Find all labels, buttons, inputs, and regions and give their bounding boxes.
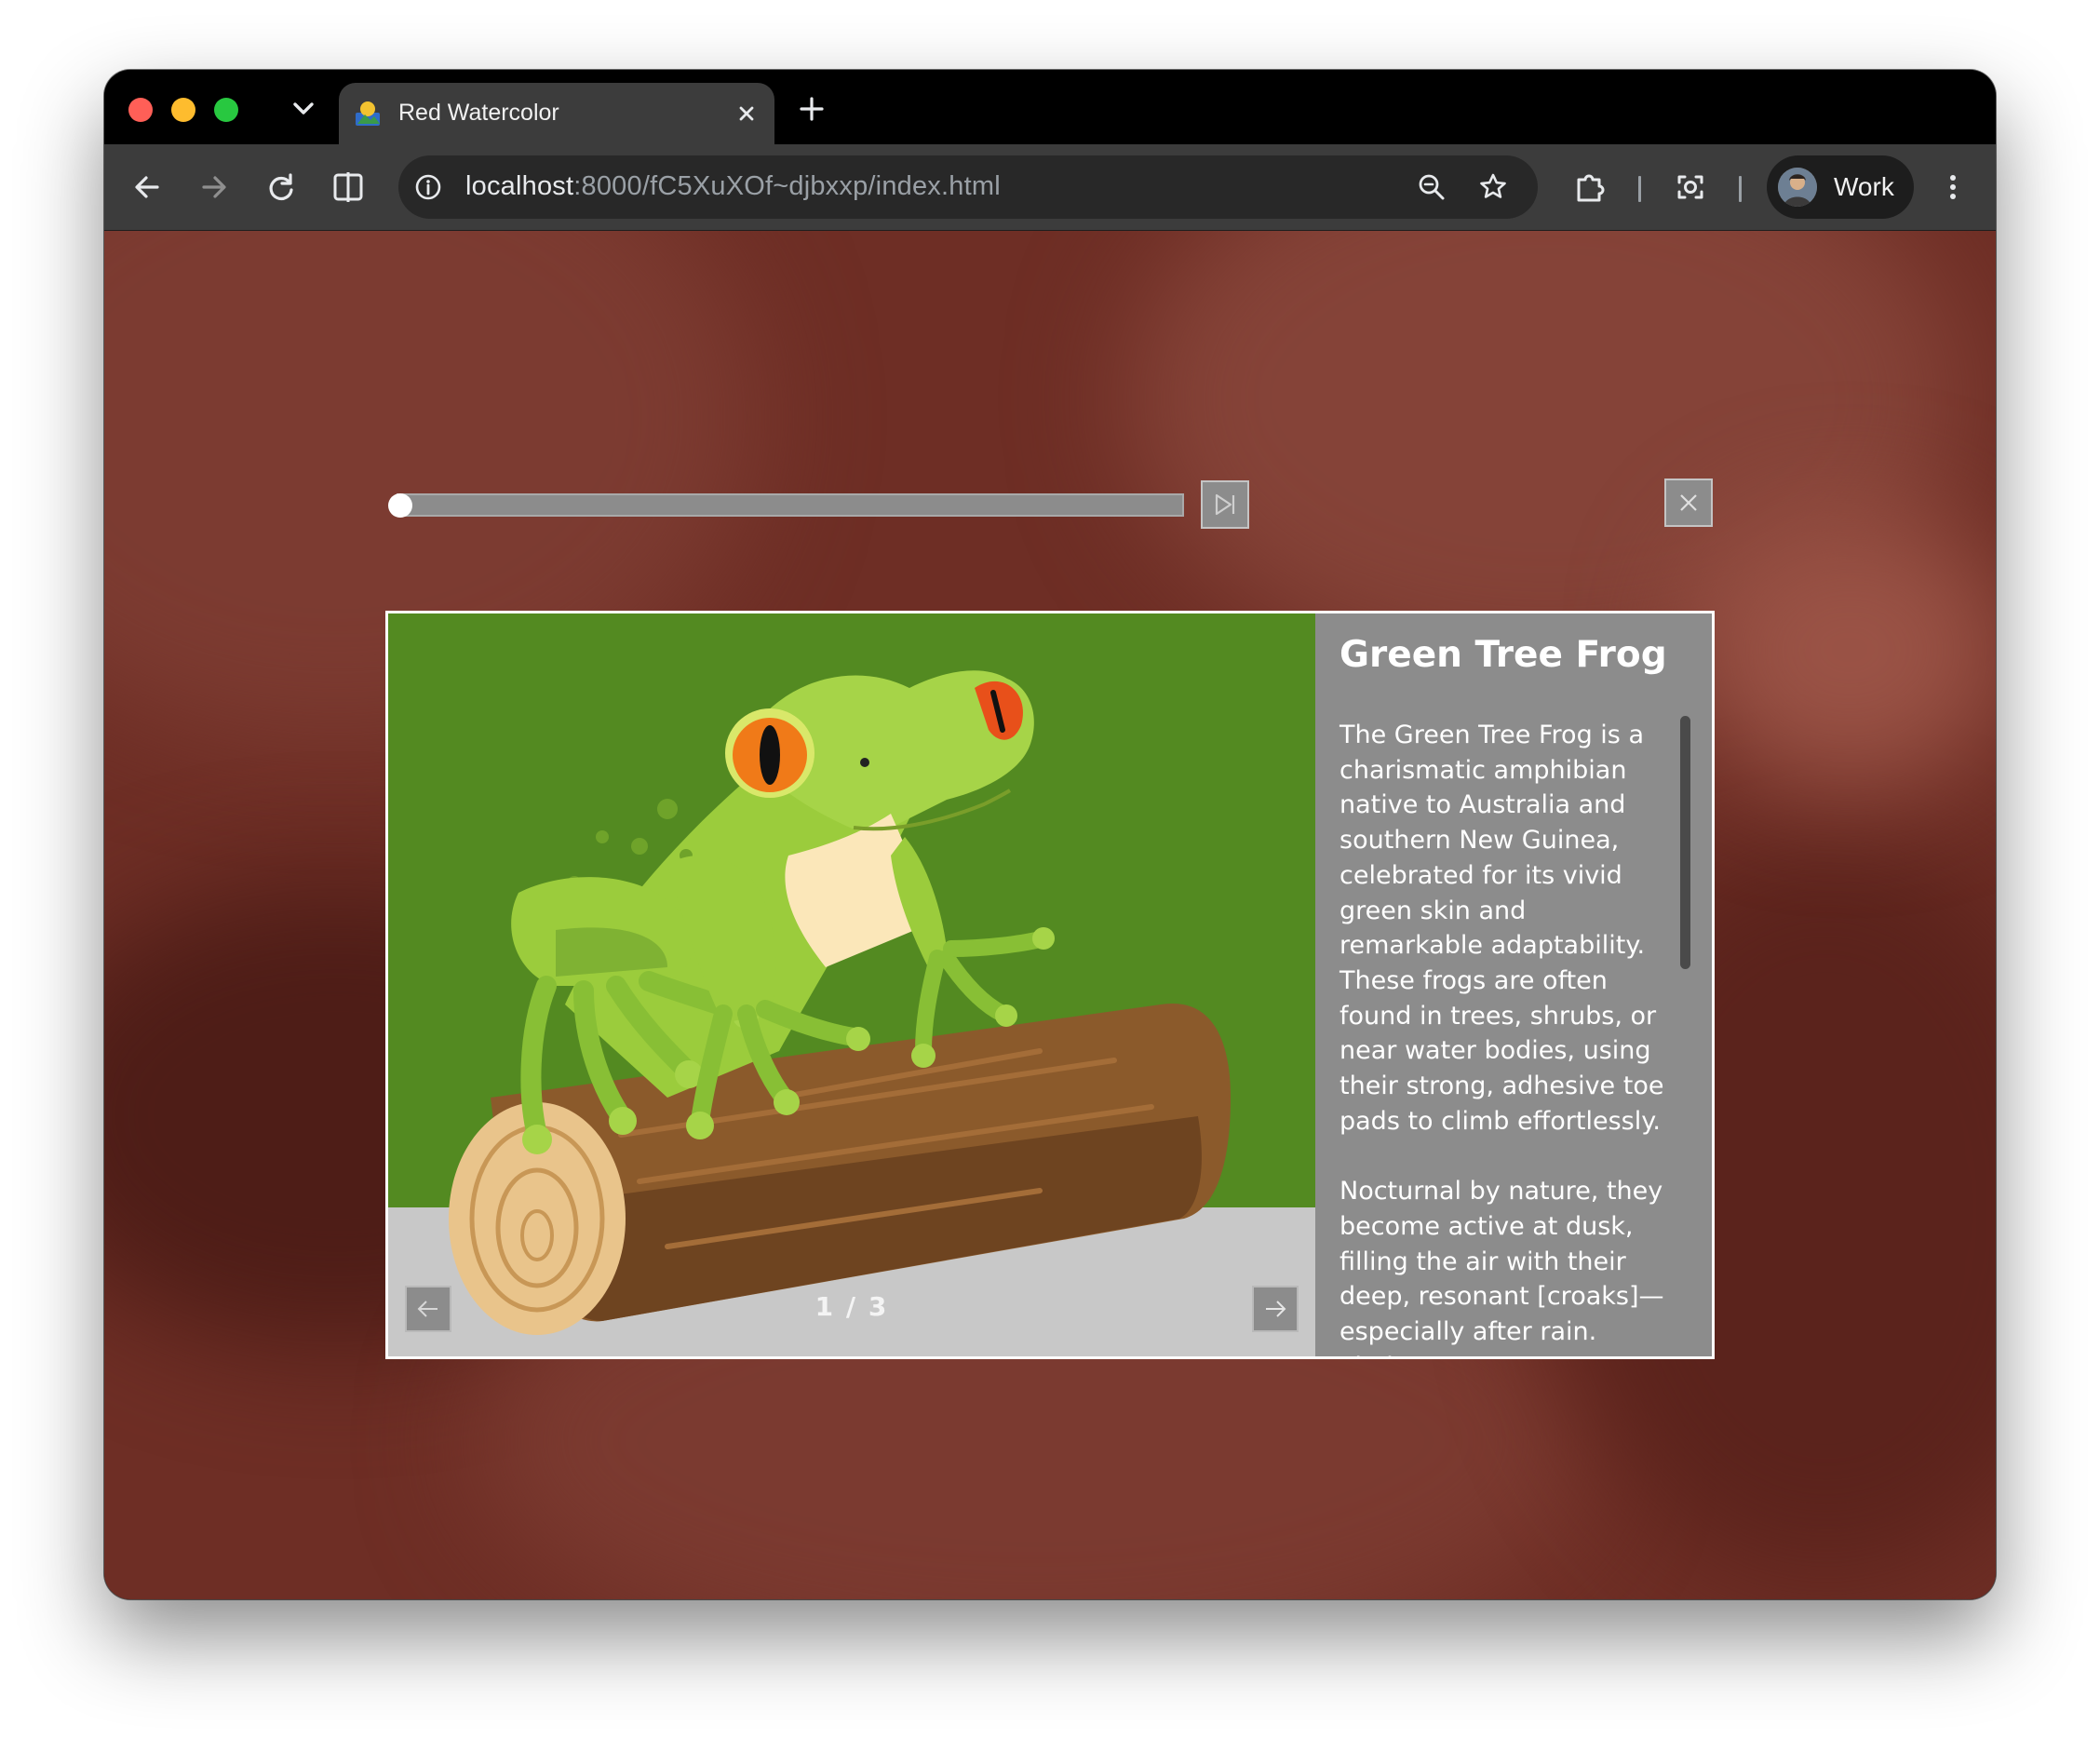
description-scrollbar[interactable] <box>1680 716 1690 1356</box>
bookmark-star-icon[interactable] <box>1476 170 1510 204</box>
progress-handle[interactable] <box>388 493 412 518</box>
slideshow-progress-bar[interactable] <box>397 493 1184 517</box>
page-content: 1 / 3 Green Tree Frog The Green Tree Fro… <box>104 231 1996 1599</box>
favicon-icon <box>352 98 384 129</box>
lightbox: 1 / 3 Green Tree Frog The Green Tree Fro… <box>385 611 1715 1359</box>
url-host: localhost <box>465 171 574 201</box>
back-arrow-icon[interactable] <box>125 165 169 209</box>
description-paragraph: The Green Tree Frog is a charismatic amp… <box>1339 721 1664 1136</box>
arrow-right-icon <box>1266 1301 1286 1317</box>
zoom-icon[interactable] <box>1415 170 1448 204</box>
browser-window: Red Watercolor localhost:8000/fC5XuXOf~d… <box>104 70 1996 1599</box>
tab-strip: Red Watercolor <box>104 70 1996 144</box>
watercolor-background <box>1687 510 1996 789</box>
next-slide-button[interactable] <box>1252 1286 1299 1332</box>
extensions-puzzle-icon[interactable] <box>1568 165 1612 209</box>
toolbar-divider <box>1739 176 1742 202</box>
browser-toolbar: localhost:8000/fC5XuXOf~djbxxp/index.htm… <box>104 144 1996 231</box>
forward-arrow-icon[interactable] <box>192 165 236 209</box>
close-icon <box>1680 494 1697 511</box>
active-tab[interactable]: Red Watercolor <box>339 83 774 144</box>
description-paragraph: Nocturnal by nature, they become active … <box>1339 1177 1664 1356</box>
avatar <box>1778 168 1817 207</box>
address-bar[interactable]: localhost:8000/fC5XuXOf~djbxxp/index.htm… <box>398 155 1538 219</box>
close-lightbox-button[interactable] <box>1664 479 1713 527</box>
close-icon[interactable] <box>732 99 761 128</box>
profile-label: Work <box>1834 172 1894 201</box>
reload-icon[interactable] <box>259 165 303 209</box>
close-window-button[interactable] <box>128 98 153 122</box>
slide-description: The Green Tree Frog is a charismatic amp… <box>1339 718 1667 1356</box>
minimize-window-button[interactable] <box>171 98 195 122</box>
new-tab-plus-icon[interactable] <box>793 90 830 128</box>
profile-button[interactable]: Work <box>1767 155 1914 219</box>
scrollbar-thumb[interactable] <box>1680 716 1690 969</box>
url-text[interactable]: localhost:8000/fC5XuXOf~djbxxp/index.htm… <box>465 171 1001 202</box>
autoplay-button[interactable] <box>1201 480 1249 529</box>
screen-capture-icon[interactable] <box>1668 165 1713 209</box>
toolbar-divider <box>1638 176 1641 202</box>
maximize-window-button[interactable] <box>214 98 238 122</box>
site-info-icon[interactable] <box>413 172 443 202</box>
tab-title: Red Watercolor <box>398 100 559 126</box>
frog-illustration <box>449 670 1231 1335</box>
slide-title: Green Tree Frog <box>1339 634 1667 676</box>
split-view-icon[interactable] <box>326 165 370 209</box>
url-path: :8000/fC5XuXOf~djbxxp/index.html <box>573 171 1001 201</box>
more-menu-icon[interactable] <box>1931 165 1975 209</box>
slide-image: 1 / 3 <box>388 613 1315 1356</box>
description-panel[interactable]: Green Tree Frog The Green Tree Frog is a… <box>1315 613 1712 1356</box>
chevron-down-icon[interactable] <box>283 88 324 129</box>
slide-counter: 1 / 3 <box>814 1291 889 1322</box>
